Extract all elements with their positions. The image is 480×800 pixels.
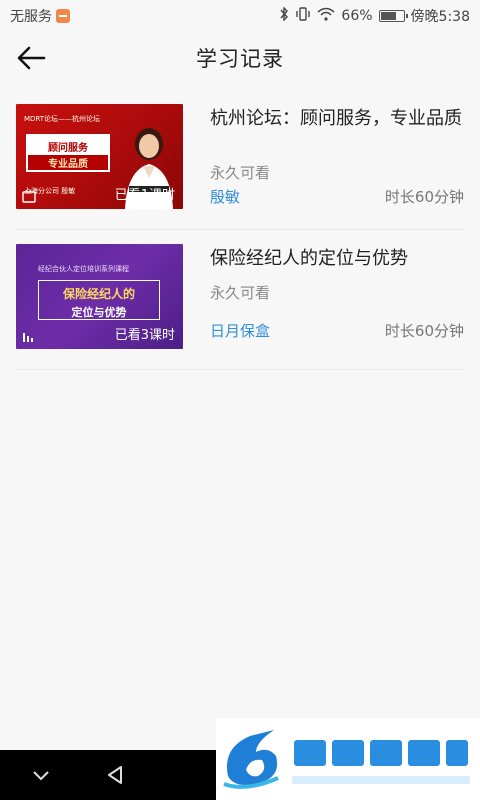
thumbnail-line2: 定位与优势 [71, 306, 127, 319]
bars-icon [23, 333, 33, 342]
record-list: MDRT论坛——杭州论坛 顾问服务 专业品质 上海分公司 殷敏 已看1课时 杭州… [0, 90, 480, 370]
watched-label: 已看3课时 [114, 328, 175, 343]
status-right: 66% 傍晚5:38 [279, 6, 470, 26]
record-title: 杭州论坛：顾问服务，专业品质 [210, 108, 462, 129]
back-button[interactable] [16, 44, 46, 72]
record-item[interactable]: 经纪合伙人定位培训系列课程 保险经纪人的 定位与优势 已看3课时 保险经纪人的定… [16, 230, 464, 370]
author-link[interactable]: 殷敏 [210, 186, 240, 207]
thumbnail-title-box: 顾问服务 专业品质 [26, 134, 110, 172]
vibrate-icon [295, 7, 311, 25]
system-nav-bar [0, 750, 216, 800]
author-link[interactable]: 日月保盒 [210, 320, 270, 341]
status-left: 无服务 [10, 6, 70, 26]
bluetooth-icon [279, 6, 289, 25]
watermark-logo [216, 718, 480, 800]
notification-icon [56, 9, 70, 23]
watermark-icon [223, 730, 470, 789]
chevron-down-icon[interactable] [30, 764, 52, 786]
page-title: 学习记录 [196, 47, 284, 71]
wifi-icon [317, 7, 335, 25]
status-bar: 无服务 66% 傍晚5:38 [0, 0, 480, 32]
thumbnail-top-text: MDRT论坛——杭州论坛 [24, 115, 101, 123]
back-triangle-icon[interactable] [104, 764, 126, 786]
permission-label: 永久可看 [210, 284, 271, 302]
arrow-left-icon [17, 46, 46, 70]
course-thumbnail[interactable]: 经纪合伙人定位培训系列课程 保险经纪人的 定位与优势 已看3课时 [16, 244, 183, 349]
app-header: 学习记录 [0, 32, 480, 84]
battery-icon [378, 10, 408, 22]
thumbnail-line1: 顾问服务 [28, 139, 108, 154]
carrier-label: 无服务 [10, 9, 52, 25]
watched-label: 已看1课时 [114, 188, 175, 203]
thumbnail-line1: 保险经纪人的 [62, 287, 135, 301]
record-info: 杭州论坛：顾问服务，专业品质 永久可看 殷敏 时长60分钟 [210, 106, 464, 219]
thumbnail-top-text: 经纪合伙人定位培训系列课程 [38, 265, 129, 273]
thumbnail-line2: 专业品质 [28, 155, 108, 170]
record-item[interactable]: MDRT论坛——杭州论坛 顾问服务 专业品质 上海分公司 殷敏 已看1课时 杭州… [16, 90, 464, 230]
clock: 傍晚5:38 [410, 9, 470, 25]
record-info: 保险经纪人的定位与优势 永久可看 日月保盒 时长60分钟 [210, 246, 464, 359]
course-thumbnail[interactable]: MDRT论坛——杭州论坛 顾问服务 专业品质 上海分公司 殷敏 已看1课时 [16, 104, 183, 209]
record-title: 保险经纪人的定位与优势 [210, 248, 408, 269]
battery-percent: 66% [341, 8, 373, 24]
player-icon [22, 189, 36, 203]
permission-label: 永久可看 [210, 164, 271, 182]
thumbnail-title-box: 保险经纪人的 定位与优势 [38, 280, 160, 320]
duration-label: 时长60分钟 [384, 188, 464, 206]
duration-label: 时长60分钟 [384, 322, 464, 340]
